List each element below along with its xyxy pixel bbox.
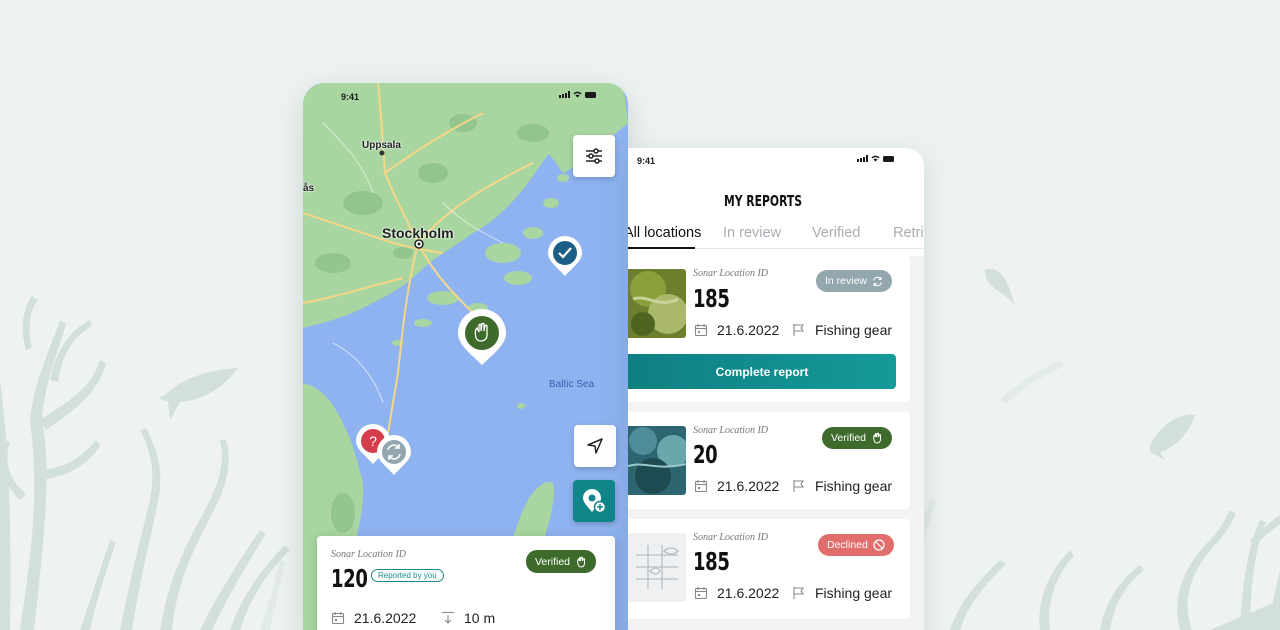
report-category-text: Fishing gear — [815, 478, 893, 494]
map-label-baltic-sea: Baltic Sea — [549, 379, 595, 390]
report-card[interactable]: Sonar Location ID 185 Declined 21.6.2022… — [628, 519, 910, 619]
report-date: 21.6.2022 — [694, 585, 779, 601]
signal-icon — [559, 91, 570, 98]
map-label-stockholm: Stockholm — [382, 225, 454, 241]
hand-pin-icon[interactable] — [457, 308, 507, 366]
card-date: 21.6.2022 — [331, 610, 416, 626]
active-tab-indicator — [628, 247, 695, 249]
status-icons — [857, 155, 894, 162]
card-depth: 10 m — [441, 610, 495, 626]
status-icons — [559, 91, 596, 98]
report-id-label: Sonar Location ID — [693, 532, 768, 543]
report-date-text: 21.6.2022 — [717, 478, 780, 494]
add-location-button[interactable] — [573, 480, 615, 522]
reports-screen: 9:41 MY REPORTS All locations In review … — [628, 148, 924, 630]
tab-in-review[interactable]: In review — [723, 225, 781, 241]
report-thumbnail — [628, 269, 686, 338]
signal-icon — [857, 155, 868, 162]
hand-icon — [873, 432, 882, 444]
depth-icon — [442, 611, 454, 624]
status-badge: In review — [816, 270, 893, 292]
report-category: Fishing gear — [792, 585, 892, 601]
locate-button[interactable] — [574, 425, 616, 467]
filter-icon — [586, 148, 602, 164]
wifi-icon — [871, 155, 880, 162]
report-tabs: All locations In review Verified Retriev… — [628, 225, 924, 249]
status-badge-label: Declined — [827, 539, 868, 551]
calendar-icon — [694, 587, 708, 600]
tab-verified[interactable]: Verified — [812, 225, 860, 241]
report-date-text: 21.6.2022 — [717, 585, 780, 601]
location-card[interactable]: Sonar Location ID 120 Reported by you Ve… — [317, 536, 615, 630]
report-thumbnail — [628, 426, 686, 495]
coral-icon — [0, 296, 106, 630]
report-date-text: 21.6.2022 — [717, 322, 780, 338]
report-card[interactable]: Sonar Location ID 185 In review 21.6.202… — [628, 256, 910, 402]
filter-button[interactable] — [573, 135, 615, 177]
complete-report-button[interactable]: Complete report — [628, 354, 896, 389]
hand-icon — [577, 556, 586, 568]
report-id-label: Sonar Location ID — [693, 268, 768, 279]
flag-icon — [793, 480, 805, 492]
flag-icon — [793, 324, 805, 336]
flag-icon — [793, 587, 805, 599]
status-time: 9:41 — [341, 92, 360, 102]
status-badge: Verified — [822, 427, 893, 449]
reported-by-you-badge: Reported by you — [371, 569, 444, 582]
add-location-icon — [583, 489, 607, 514]
fish-icon — [158, 368, 238, 420]
status-badge-label: Verified — [535, 555, 571, 568]
tab-all-locations[interactable]: All locations — [628, 225, 701, 241]
refresh-icon — [873, 276, 882, 286]
status-time: 9:41 — [637, 156, 656, 166]
card-id-label: Sonar Location ID — [331, 549, 406, 560]
report-id: 20 — [693, 440, 718, 469]
report-thumbnail-placeholder — [628, 533, 686, 602]
report-category: Fishing gear — [792, 322, 892, 338]
card-id: 120 — [331, 564, 368, 593]
calendar-icon — [331, 612, 345, 625]
report-id: 185 — [693, 284, 730, 313]
calendar-icon — [694, 480, 708, 493]
map-screen: 9:41 Uppsala Stockholm Baltic Sea ås ? S… — [303, 83, 628, 630]
status-badge-label: In review — [825, 275, 868, 287]
report-id: 185 — [693, 547, 730, 576]
battery-icon — [585, 91, 596, 98]
card-depth-text: 10 m — [464, 610, 496, 626]
report-card[interactable]: Sonar Location ID 20 Verified 21.6.2022 … — [628, 412, 910, 509]
tab-retrieved[interactable]: Retrieved — [893, 225, 924, 241]
card-date-text: 21.6.2022 — [354, 610, 417, 626]
refresh-pin-icon[interactable] — [376, 434, 412, 476]
map-label-uppsala: Uppsala — [362, 140, 401, 151]
report-category-text: Fishing gear — [815, 322, 893, 338]
status-badge: Verified — [526, 550, 597, 573]
navigate-icon — [587, 438, 603, 454]
report-list: Sonar Location ID 185 In review 21.6.202… — [628, 256, 924, 630]
map-label-edge: ås — [303, 183, 315, 194]
battery-icon — [883, 155, 894, 162]
report-date: 21.6.2022 — [694, 478, 779, 494]
check-pin-icon[interactable] — [547, 235, 583, 277]
blocked-icon — [873, 539, 885, 551]
report-date: 21.6.2022 — [694, 322, 779, 338]
status-badge: Declined — [818, 534, 894, 556]
calendar-icon — [694, 324, 708, 337]
wifi-icon — [573, 91, 582, 98]
report-category-text: Fishing gear — [815, 585, 893, 601]
status-badge-label: Verified — [831, 432, 867, 444]
report-category: Fishing gear — [792, 478, 892, 494]
page-title: MY REPORTS — [723, 192, 803, 210]
report-id-label: Sonar Location ID — [693, 425, 768, 436]
